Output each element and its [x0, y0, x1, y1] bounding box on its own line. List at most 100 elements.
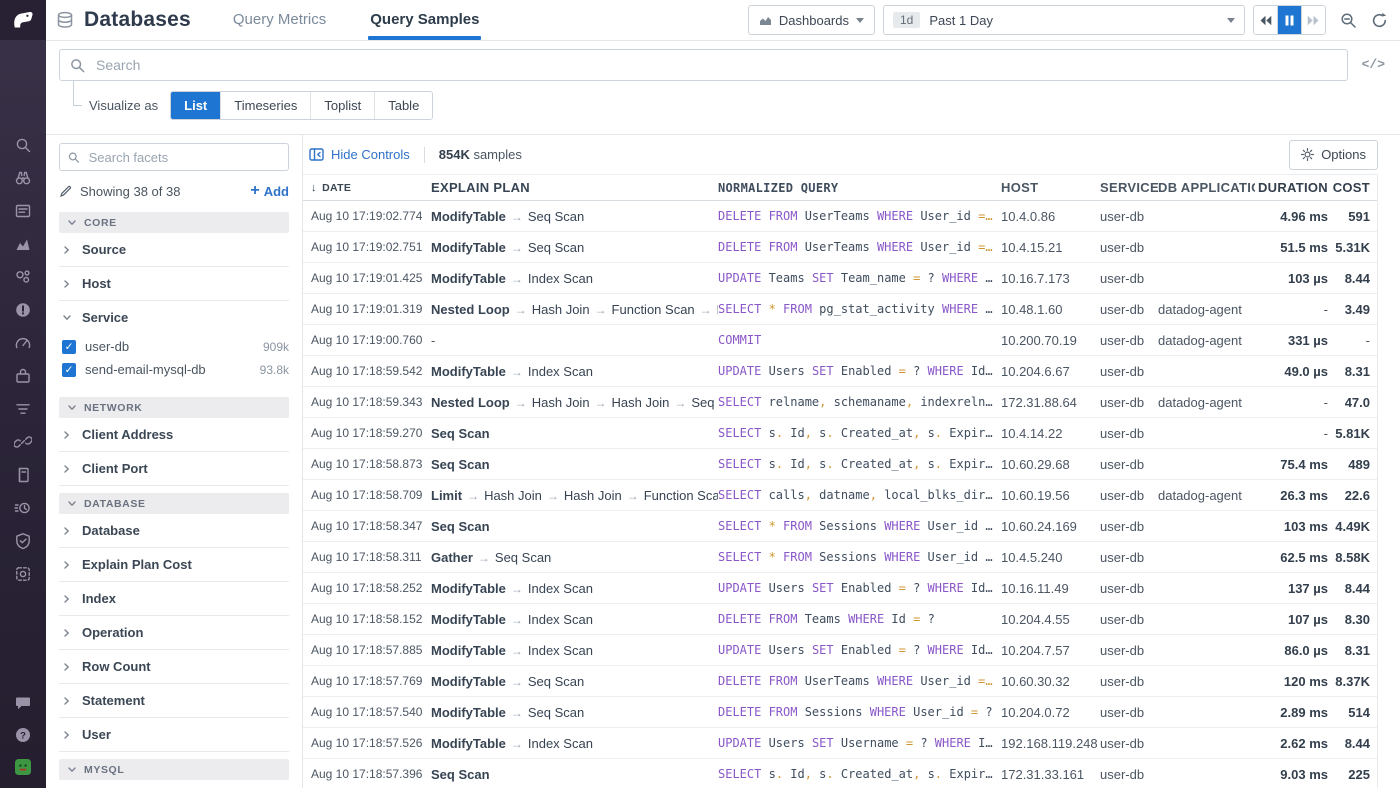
refresh-icon[interactable] [1371, 12, 1388, 29]
column-header-duration[interactable]: DURATION [1255, 180, 1328, 195]
integrations-icon[interactable] [14, 367, 32, 385]
fast-forward-button[interactable] [1302, 6, 1325, 34]
column-header-service[interactable]: SERVICE [1100, 180, 1158, 195]
facet-item-statement[interactable]: Statement [59, 684, 289, 718]
infrastructure-icon[interactable] [14, 268, 32, 286]
facet-item-source[interactable]: Source [59, 233, 289, 267]
facet-group-header-database[interactable]: DATABASE [59, 493, 289, 514]
hide-controls-button[interactable]: Hide Controls [309, 147, 410, 162]
logs-icon[interactable] [14, 400, 32, 418]
column-header-cost[interactable]: COST [1328, 180, 1374, 195]
table-row[interactable]: Aug 10 17:18:58.252 ModifyTable → Index Sca… [303, 573, 1377, 604]
visualize-option-toplist[interactable]: Toplist [311, 92, 376, 119]
table-row[interactable]: Aug 10 17:19:01.425 ModifyTable → Index Sca… [303, 263, 1377, 294]
support-chat-icon[interactable] [14, 694, 32, 712]
facet-item-client-port[interactable]: Client Port [59, 452, 289, 486]
synthetics-icon[interactable] [14, 499, 32, 517]
facet-item-row-count[interactable]: Row Count [59, 650, 289, 684]
checkbox-checked[interactable]: ✓ [62, 339, 76, 354]
zoom-out-icon[interactable] [1340, 12, 1357, 29]
organization-icon[interactable] [14, 758, 32, 776]
table-row[interactable]: Aug 10 17:18:58.873 Seq Scan SELECT s. Id,… [303, 449, 1377, 480]
rewind-button[interactable] [1254, 6, 1278, 34]
cell-service: user-db [1100, 208, 1145, 224]
top-navigation: Databases Query Metrics Query Samples Da… [46, 0, 1400, 41]
facet-item-host[interactable]: Host [59, 267, 289, 301]
table-row[interactable]: Aug 10 17:19:02.751 ModifyTable → Seq Scan D… [303, 232, 1377, 263]
datadog-logo[interactable] [0, 0, 46, 40]
facet-item-index[interactable]: Index [59, 582, 289, 616]
cell-host: 10.4.0.86 [1001, 208, 1056, 224]
ci-pipelines-icon[interactable] [14, 433, 32, 451]
monitors-icon[interactable] [14, 301, 32, 319]
table-row[interactable]: Aug 10 17:18:58.709 Limit → Hash Join → Hash … [303, 480, 1377, 511]
table-row[interactable]: Aug 10 17:18:57.526 ModifyTable → Index Sca… [303, 728, 1377, 759]
query-token: WHERE [876, 674, 921, 688]
search-icon[interactable] [14, 136, 32, 154]
facet-search[interactable] [59, 143, 289, 171]
watchdog-icon[interactable] [14, 169, 32, 187]
facet-group-header-mysql[interactable]: MYSQL [59, 759, 289, 780]
facet-item-user[interactable]: User [59, 718, 289, 752]
pause-button[interactable] [1278, 6, 1302, 34]
facet-value-row[interactable]: ✓ send-email-mysql-db 93.8k [62, 358, 289, 381]
table-row[interactable]: Aug 10 17:19:00.760- COMMIT 10.200.70.19 us… [303, 325, 1377, 356]
facet-item-client-address[interactable]: Client Address [59, 418, 289, 452]
facet-group-header-core[interactable]: CORE [59, 212, 289, 233]
table-row[interactable]: Aug 10 17:18:58.152 ModifyTable → Index Sca… [303, 604, 1377, 635]
table-row[interactable]: Aug 10 17:18:59.542 ModifyTable → Index Sca… [303, 356, 1377, 387]
facet-item-partial[interactable] [59, 780, 289, 788]
help-icon[interactable]: ? [14, 726, 32, 744]
cell-host: 10.204.0.72 [1001, 704, 1070, 720]
facet-value-row[interactable]: ✓ user-db 909k [62, 335, 289, 358]
app-security-icon[interactable] [14, 565, 32, 583]
events-icon[interactable] [14, 202, 32, 220]
facet-item-service[interactable]: Service [59, 301, 289, 334]
table-row[interactable]: Aug 10 17:18:59.270 Seq Scan SELECT s. Id,… [303, 418, 1377, 449]
code-view-icon[interactable]: </> [1362, 57, 1385, 72]
tab-query-samples[interactable]: Query Samples [368, 0, 482, 40]
table-row[interactable]: Aug 10 17:18:57.396 Seq Scan SELECT s. Id,… [303, 759, 1377, 788]
search-bar[interactable] [59, 49, 1348, 81]
facet-search-input[interactable] [86, 148, 280, 166]
query-token: . [775, 457, 791, 471]
facet-item-operation[interactable]: Operation [59, 616, 289, 650]
column-header-plan[interactable]: EXPLAIN PLAN [431, 180, 718, 195]
options-button[interactable]: Options [1289, 139, 1378, 170]
dashboards-dropdown[interactable]: Dashboards [747, 5, 875, 35]
plan-step: ModifyTable [431, 642, 506, 658]
table-row[interactable]: Aug 10 17:19:01.319 Nested Loop → Hash Join… [303, 294, 1377, 325]
security-icon[interactable] [14, 532, 32, 550]
table-row[interactable]: Aug 10 17:18:57.540 ModifyTable → Seq Scan D… [303, 697, 1377, 728]
checkbox-checked[interactable]: ✓ [62, 362, 76, 377]
table-row[interactable]: Aug 10 17:18:57.769 ModifyTable → Seq Scan D… [303, 666, 1377, 697]
facet-item-explain-plan-cost[interactable]: Explain Plan Cost [59, 548, 289, 582]
table-row[interactable]: Aug 10 17:18:57.885 ModifyTable → Index Sca… [303, 635, 1377, 666]
cell-host: 192.168.119.248 [1001, 735, 1098, 751]
visualize-option-list[interactable]: List [171, 92, 222, 119]
facet-item-database[interactable]: Database [59, 514, 289, 548]
column-header-query[interactable]: NORMALIZED QUERY [718, 181, 1001, 195]
table-row[interactable]: Aug 10 17:18:58.311 Gather → Seq Scan SELECT… [303, 542, 1377, 573]
facet-group-header-network[interactable]: NETWORK [59, 397, 289, 418]
metrics-icon[interactable] [14, 235, 32, 253]
table-row[interactable]: Aug 10 17:18:58.347 Seq Scan SELECT * FROM… [303, 511, 1377, 542]
cell-explain-plan: Gather → Seq Scan [431, 550, 718, 565]
table-row[interactable]: Aug 10 17:19:02.774 ModifyTable → Seq Scan D… [303, 201, 1377, 232]
cell-cost: 8.44 [1344, 580, 1370, 596]
search-input[interactable] [94, 56, 1337, 74]
cell-service: user-db [1100, 456, 1145, 472]
add-facet-button[interactable]: + Add [250, 183, 289, 199]
cell-cost: 225 [1348, 766, 1370, 782]
column-header-host[interactable]: HOST [1001, 180, 1100, 195]
tab-query-metrics[interactable]: Query Metrics [233, 0, 326, 40]
table-row[interactable]: Aug 10 17:18:59.343 Nested Loop → Hash Join… [303, 387, 1377, 418]
column-header-dbapp[interactable]: DB APPLICATION [1158, 180, 1255, 195]
visualize-option-table[interactable]: Table [375, 92, 432, 119]
apm-icon[interactable] [14, 334, 32, 352]
time-range-picker[interactable]: 1d Past 1 Day [883, 5, 1245, 35]
notebooks-icon[interactable] [14, 466, 32, 484]
query-token: Expir… [949, 457, 993, 471]
visualize-option-timeseries[interactable]: Timeseries [221, 92, 312, 119]
column-header-date[interactable]: ↓ DATE [303, 182, 431, 194]
